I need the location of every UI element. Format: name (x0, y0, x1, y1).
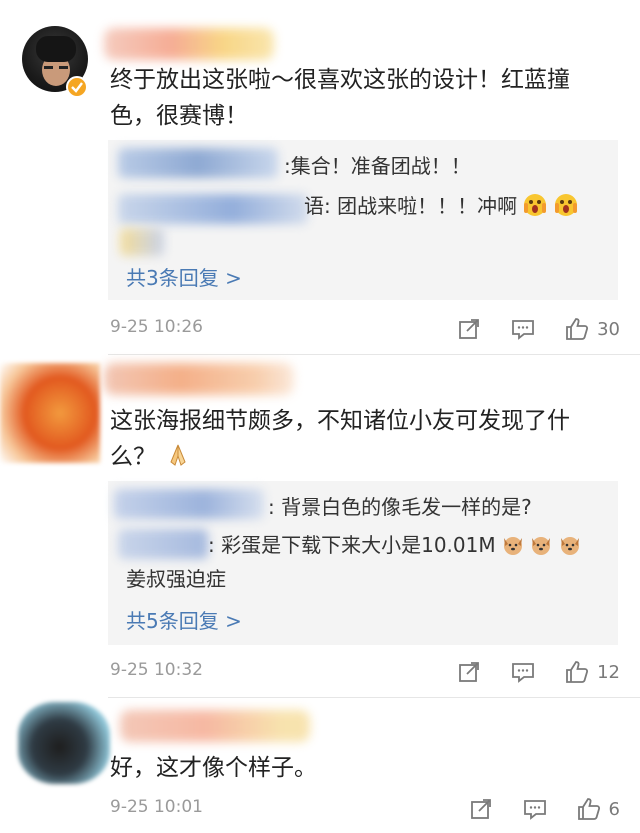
like-count: 30 (597, 318, 620, 340)
reply-box[interactable]: : 背景白色的像毛发一样的是? : 彩蛋是下载下来大小是10.01M 姜叔强迫症… (108, 481, 618, 645)
dog-face-emoji-icon (532, 537, 551, 555)
comment-time: 9-25 10:01 (110, 797, 203, 817)
verified-badge-icon (66, 76, 88, 98)
comment-meta: 9-25 10:01 6 (110, 794, 620, 824)
share-icon[interactable] (457, 660, 481, 684)
share-icon[interactable] (457, 317, 481, 341)
reply-username-blurred[interactable] (118, 529, 208, 559)
reply-box[interactable]: :集合！准备团战！！ 语: 团战来啦！！！冲啊 共3条回复 > (108, 140, 618, 300)
reply-text-content: : 彩蛋是下载下来大小是10.01M (208, 533, 496, 557)
reply-username-blurred[interactable] (114, 489, 264, 519)
reply-text: : 彩蛋是下载下来大小是10.01M (208, 531, 581, 559)
more-replies-link[interactable]: 共5条回复 > (126, 605, 242, 634)
more-replies-link[interactable]: 共3条回复 > (126, 262, 242, 291)
thumbs-up-icon[interactable] (565, 660, 589, 684)
action-bar: 12 (457, 657, 620, 687)
comment-2: 这张海报细节颇多，不知诸位小友可发现了什么？ : 背景白色的像毛发一样的是? :… (0, 355, 640, 695)
comment-3: 好，这才像个样子。 9-25 10:01 6 (0, 698, 640, 833)
reply-text: 姜叔强迫症 (126, 567, 226, 591)
reply-username-blurred[interactable] (118, 148, 278, 178)
avatar[interactable] (0, 363, 100, 463)
comment-icon[interactable] (511, 660, 535, 684)
username-blurred[interactable] (120, 710, 310, 742)
folded-hands-emoji-icon (170, 444, 186, 466)
action-bar: 30 (457, 314, 620, 344)
reply-username-blurred[interactable] (118, 194, 308, 224)
comment-time: 9-25 10:26 (110, 317, 203, 337)
thumbs-up-icon[interactable] (577, 797, 601, 821)
like-count: 6 (608, 798, 620, 820)
reply-text: 语: 团战来啦！！！冲啊 (304, 192, 578, 220)
username-blurred[interactable] (104, 28, 274, 60)
username-blurred[interactable] (104, 363, 294, 395)
comment-icon[interactable] (523, 797, 547, 821)
reply-text: :集合！准备团战！！ (284, 154, 471, 178)
comment-1: 终于放出这张啦～很喜欢这张的设计！红蓝撞色，很赛博！ :集合！准备团战！！ 语:… (0, 0, 640, 352)
share-icon[interactable] (469, 797, 493, 821)
reply-text-content: 语: 团战来啦！！！冲啊 (304, 194, 518, 218)
comment-text: 这张海报细节颇多，不知诸位小友可发现了什么？ (110, 403, 615, 475)
comment-meta: 9-25 10:26 30 (110, 314, 620, 344)
shocked-face-emoji-icon (554, 194, 577, 216)
reply-avatar-blurred (120, 228, 164, 256)
comment-text: 好，这才像个样子。 (110, 755, 317, 781)
dog-face-emoji-icon (560, 537, 579, 555)
comment-meta: 9-25 10:32 12 (110, 657, 620, 687)
comment-time: 9-25 10:32 (110, 660, 203, 680)
avatar[interactable] (18, 702, 110, 784)
dog-face-emoji-icon (503, 537, 522, 555)
action-bar: 6 (469, 794, 620, 824)
like-count: 12 (597, 661, 620, 683)
comment-text: 终于放出这张啦～很喜欢这张的设计！红蓝撞色，很赛博！ (110, 67, 570, 129)
comment-icon[interactable] (511, 317, 535, 341)
reply-text: : 背景白色的像毛发一样的是? (268, 495, 532, 519)
shocked-face-emoji-icon (524, 194, 547, 216)
thumbs-up-icon[interactable] (565, 317, 589, 341)
